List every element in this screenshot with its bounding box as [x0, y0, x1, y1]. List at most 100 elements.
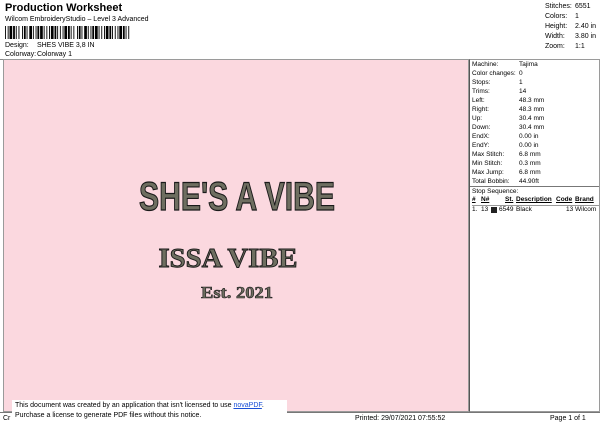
row-needle: 13 — [481, 206, 489, 213]
trims-row: Trims: 14 — [472, 87, 526, 96]
barcode-bar — [54, 26, 57, 39]
barcode-bar — [26, 26, 28, 39]
stat-width: Width: 3.80 in — [545, 32, 596, 42]
design-value: SHES VIBE 3,8 IN — [36, 42, 95, 49]
machine-label: EndY: — [472, 142, 490, 149]
barcode-bar — [122, 26, 125, 39]
col-header-stitches: St. — [505, 196, 514, 203]
barcode-bar — [57, 26, 59, 39]
machine-label: Up: — [472, 115, 483, 122]
barcode-bar — [5, 26, 6, 39]
stop-sequence-title: Stop Sequence: — [470, 186, 599, 195]
down-row: Down: 30.4 mm — [472, 123, 544, 132]
colorway-value: Colorway 1 — [36, 51, 72, 58]
barcode-bar — [90, 26, 92, 39]
barcode-bar — [92, 26, 95, 39]
embroidery-design: SHE'S A VIBE ISSA VIBE Est. 2021 — [138, 174, 335, 302]
machine-value: 44.90ft — [519, 178, 539, 185]
machine-value: 0 — [519, 70, 523, 77]
notice-text: This document was created by an applicat… — [15, 402, 234, 409]
stat-value: 2.40 in — [575, 23, 597, 30]
barcode-bar — [23, 26, 26, 39]
machine-value: 0.00 in — [519, 133, 539, 140]
barcode-bar — [68, 26, 70, 39]
up-row: Up: 30.4 mm — [472, 114, 544, 123]
machine-value: 48.3 mm — [519, 106, 545, 113]
page-number: Page 1 of 1 — [550, 415, 586, 422]
stat-label: Stitches: — [545, 3, 572, 10]
col-header-brand: Brand — [575, 196, 594, 203]
barcode-bar — [73, 26, 75, 39]
right-row: Right: 48.3 mm — [472, 105, 544, 114]
barcode-bar — [119, 26, 122, 39]
machine-label: Right: — [472, 106, 489, 113]
barcode-bar — [64, 26, 68, 39]
row-brand: Wilcom — [575, 206, 597, 213]
machine-label: Left: — [472, 97, 485, 104]
software-name: Wilcom EmbroideryStudio – Level 3 Advanc… — [5, 16, 149, 23]
stat-label: Width: — [545, 33, 565, 40]
barcode-bar — [18, 26, 20, 39]
stat-label: Colors: — [545, 13, 568, 20]
machine-value: 6.8 mm — [519, 169, 541, 176]
stat-value: 1 — [575, 13, 579, 20]
barcode-bar — [112, 26, 113, 39]
barcode-bar — [77, 26, 78, 39]
stat-zoom: Zoom: 1:1 — [545, 42, 596, 52]
barcode-bar — [37, 26, 40, 39]
machine-value: 30.4 mm — [519, 115, 545, 122]
page-title: Production Worksheet — [5, 2, 123, 14]
col-header-description: Description — [516, 196, 552, 203]
stat-label: Height: — [545, 23, 568, 30]
machine-value: 6.8 mm — [519, 151, 541, 158]
design-line-1: SHE'S A VIBE — [139, 175, 335, 219]
barcode-bar — [22, 26, 23, 39]
machine-value: 0.00 in — [519, 142, 539, 149]
barcode-bar — [70, 26, 72, 39]
stat-label: Zoom: — [545, 43, 565, 50]
machine-value: 14 — [519, 88, 527, 95]
machine-label: Color changes: — [472, 70, 516, 77]
barcode-bar — [46, 26, 48, 39]
barcode-bar — [59, 26, 61, 39]
barcode-bar — [81, 26, 83, 39]
color-changes-row: Color changes: 0 — [472, 69, 523, 78]
novapdf-link[interactable]: novaPDF — [233, 402, 261, 409]
colorway-row: Colorway: Colorway 1 — [5, 51, 72, 58]
row-description: Black — [516, 206, 532, 213]
license-notice-line-1: This document was created by an applicat… — [15, 401, 284, 411]
design-stats: Stitches: 6551 Colors: 1 Height: 2.40 in Wi… — [545, 2, 596, 52]
barcode-bar — [125, 26, 127, 39]
machine-value: 48.3 mm — [519, 97, 545, 104]
design-line-3: Est. 2021 — [201, 283, 273, 302]
max-jump-row: Max Jump: 6.8 mm — [472, 168, 541, 177]
design-preview: SHE'S A VIBE ISSA VIBE Est. 2021 — [3, 59, 469, 412]
barcode-bar — [109, 26, 112, 39]
stat-colors: Colors: 1 — [545, 12, 596, 22]
machine-label: Total Bobbin: — [472, 178, 510, 185]
barcode-bar — [49, 26, 50, 39]
machine-label: Trims: — [472, 88, 490, 95]
barcode-bar — [7, 26, 9, 39]
min-stitch-row: Min Stitch: 0.3 mm — [472, 159, 541, 168]
left-row: Left: 48.3 mm — [472, 96, 544, 105]
printed-timestamp: Printed: 29/07/2021 07:55:52 — [355, 415, 446, 422]
stops-row: Stops: 1 — [472, 78, 523, 87]
barcode-bar — [87, 26, 89, 39]
barcode — [5, 26, 130, 39]
license-notice-line-2: Purchase a license to generate PDF files… — [15, 412, 202, 419]
stat-height: Height: 2.40 in — [545, 22, 596, 32]
endy-row: EndY: 0.00 in — [472, 141, 539, 150]
barcode-bar — [62, 26, 64, 39]
barcode-bar — [43, 26, 45, 39]
machine-label: EndX: — [472, 133, 490, 140]
machine-label: Min Stitch: — [472, 160, 503, 167]
barcode-bar — [29, 26, 32, 39]
barcode-bar — [104, 26, 105, 39]
machine-value: 30.4 mm — [519, 124, 545, 131]
machine-value: 0.3 mm — [519, 160, 541, 167]
col-header-code: Code — [556, 196, 573, 203]
machine-value: Tajima — [519, 61, 538, 68]
colorway-label: Colorway: — [5, 51, 37, 58]
row-number: 1. — [472, 206, 478, 213]
